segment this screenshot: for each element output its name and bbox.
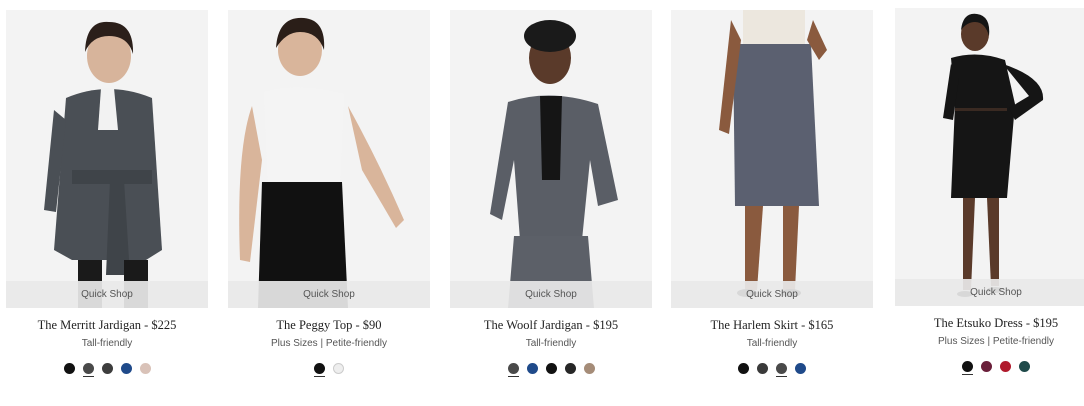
- color-swatch[interactable]: [101, 363, 113, 374]
- color-swatch[interactable]: [564, 363, 576, 374]
- color-swatch-option[interactable]: [564, 363, 576, 377]
- product-grid: Quick Shop The Merritt Jardigan - $225 T…: [0, 0, 1084, 406]
- selected-swatch-indicator: [546, 376, 557, 377]
- product-fit-note: Tall-friendly: [746, 338, 798, 349]
- color-swatches: [671, 363, 873, 377]
- color-swatch-option[interactable]: [583, 363, 595, 377]
- color-swatch[interactable]: [738, 363, 749, 374]
- color-swatch[interactable]: [776, 363, 787, 374]
- product-card-woolf-jardigan[interactable]: Quick Shop The Woolf Jardigan - $195 Tal…: [450, 10, 652, 377]
- color-swatch[interactable]: [507, 363, 519, 374]
- selected-swatch-indicator: [314, 376, 325, 377]
- quick-shop-button[interactable]: Quick Shop: [450, 281, 652, 308]
- product-fit-note: Plus Sizes | Petite-friendly: [271, 338, 387, 349]
- color-swatches: [228, 363, 430, 377]
- product-fit-note: Tall-friendly: [525, 338, 577, 349]
- color-swatch[interactable]: [795, 363, 806, 374]
- selected-swatch-indicator: [962, 374, 973, 375]
- selected-swatch-indicator: [82, 376, 94, 377]
- quick-shop-button[interactable]: Quick Shop: [6, 281, 208, 308]
- color-swatch[interactable]: [583, 363, 595, 374]
- selected-swatch-indicator: [584, 376, 595, 377]
- color-swatch[interactable]: [120, 363, 132, 374]
- color-swatch-option[interactable]: [738, 363, 749, 377]
- color-swatch[interactable]: [545, 363, 557, 374]
- color-swatch-option[interactable]: [139, 363, 151, 377]
- color-swatch-option[interactable]: [101, 363, 113, 377]
- color-swatch-option[interactable]: [757, 363, 768, 377]
- selected-swatch-indicator: [757, 376, 768, 377]
- color-swatch-option[interactable]: [545, 363, 557, 377]
- model-illustration: [943, 13, 1044, 297]
- selected-swatch-indicator: [140, 376, 151, 377]
- selected-swatch-indicator: [102, 376, 113, 377]
- selected-swatch-indicator: [121, 376, 132, 377]
- quick-shop-button[interactable]: Quick Shop: [228, 281, 430, 308]
- color-swatch[interactable]: [962, 361, 973, 372]
- color-swatch[interactable]: [314, 363, 325, 374]
- color-swatch-option[interactable]: [795, 363, 806, 377]
- selected-swatch-indicator: [738, 376, 749, 377]
- color-swatch-option[interactable]: [507, 363, 519, 377]
- quick-shop-button[interactable]: Quick Shop: [895, 279, 1084, 306]
- color-swatch[interactable]: [333, 363, 344, 374]
- color-swatch-option[interactable]: [526, 363, 538, 377]
- color-swatch[interactable]: [63, 363, 75, 374]
- color-swatch[interactable]: [757, 363, 768, 374]
- selected-swatch-indicator: [527, 376, 538, 377]
- color-swatch[interactable]: [981, 361, 992, 372]
- quick-shop-button[interactable]: Quick Shop: [671, 281, 873, 308]
- selected-swatch-indicator: [507, 376, 519, 377]
- product-card-etsuko-dress[interactable]: Quick Shop The Etsuko Dress - $195 Plus …: [895, 8, 1084, 375]
- product-fit-note: Tall-friendly: [81, 338, 133, 349]
- color-swatch-option[interactable]: [333, 363, 344, 377]
- product-image[interactable]: Quick Shop: [671, 10, 873, 308]
- selected-swatch-indicator: [1019, 374, 1030, 375]
- color-swatch-option[interactable]: [1019, 361, 1030, 375]
- product-fit-note: Plus Sizes | Petite-friendly: [938, 336, 1054, 347]
- color-swatch[interactable]: [139, 363, 151, 374]
- color-swatches: [6, 363, 208, 377]
- selected-swatch-indicator: [981, 374, 992, 375]
- color-swatch-option[interactable]: [981, 361, 992, 375]
- product-image[interactable]: Quick Shop: [895, 8, 1084, 306]
- product-card-merritt-jardigan[interactable]: Quick Shop The Merritt Jardigan - $225 T…: [6, 10, 208, 377]
- selected-swatch-indicator: [333, 376, 344, 377]
- product-title[interactable]: The Harlem Skirt - $165: [671, 318, 873, 333]
- color-swatch[interactable]: [526, 363, 538, 374]
- color-swatch[interactable]: [1019, 361, 1030, 372]
- color-swatch-option[interactable]: [314, 363, 325, 377]
- model-illustration: [44, 21, 162, 308]
- product-title[interactable]: The Etsuko Dress - $195: [895, 316, 1084, 331]
- color-swatch-option[interactable]: [1000, 361, 1011, 375]
- model-illustration: [239, 17, 404, 308]
- color-swatch-option[interactable]: [82, 363, 94, 377]
- model-illustration: [719, 10, 827, 297]
- selected-swatch-indicator: [1000, 374, 1011, 375]
- color-swatch[interactable]: [1000, 361, 1011, 372]
- color-swatches: [895, 361, 1084, 375]
- selected-swatch-indicator: [776, 376, 787, 377]
- selected-swatch-indicator: [795, 376, 806, 377]
- product-title[interactable]: The Woolf Jardigan - $195: [450, 318, 652, 333]
- color-swatch[interactable]: [82, 363, 94, 374]
- product-title[interactable]: The Peggy Top - $90: [228, 318, 430, 333]
- color-swatch-option[interactable]: [120, 363, 132, 377]
- product-title[interactable]: The Merritt Jardigan - $225: [6, 318, 208, 333]
- product-image[interactable]: Quick Shop: [450, 10, 652, 308]
- color-swatch-option[interactable]: [63, 363, 75, 377]
- model-illustration: [490, 20, 618, 308]
- color-swatch-option[interactable]: [776, 363, 787, 377]
- product-image[interactable]: Quick Shop: [228, 10, 430, 308]
- selected-swatch-indicator: [64, 376, 75, 377]
- product-card-harlem-skirt[interactable]: Quick Shop The Harlem Skirt - $165 Tall-…: [671, 10, 873, 377]
- color-swatches: [450, 363, 652, 377]
- product-card-peggy-top[interactable]: Quick Shop The Peggy Top - $90 Plus Size…: [228, 10, 430, 377]
- color-swatch-option[interactable]: [962, 361, 973, 375]
- selected-swatch-indicator: [565, 376, 576, 377]
- product-image[interactable]: Quick Shop: [6, 10, 208, 308]
